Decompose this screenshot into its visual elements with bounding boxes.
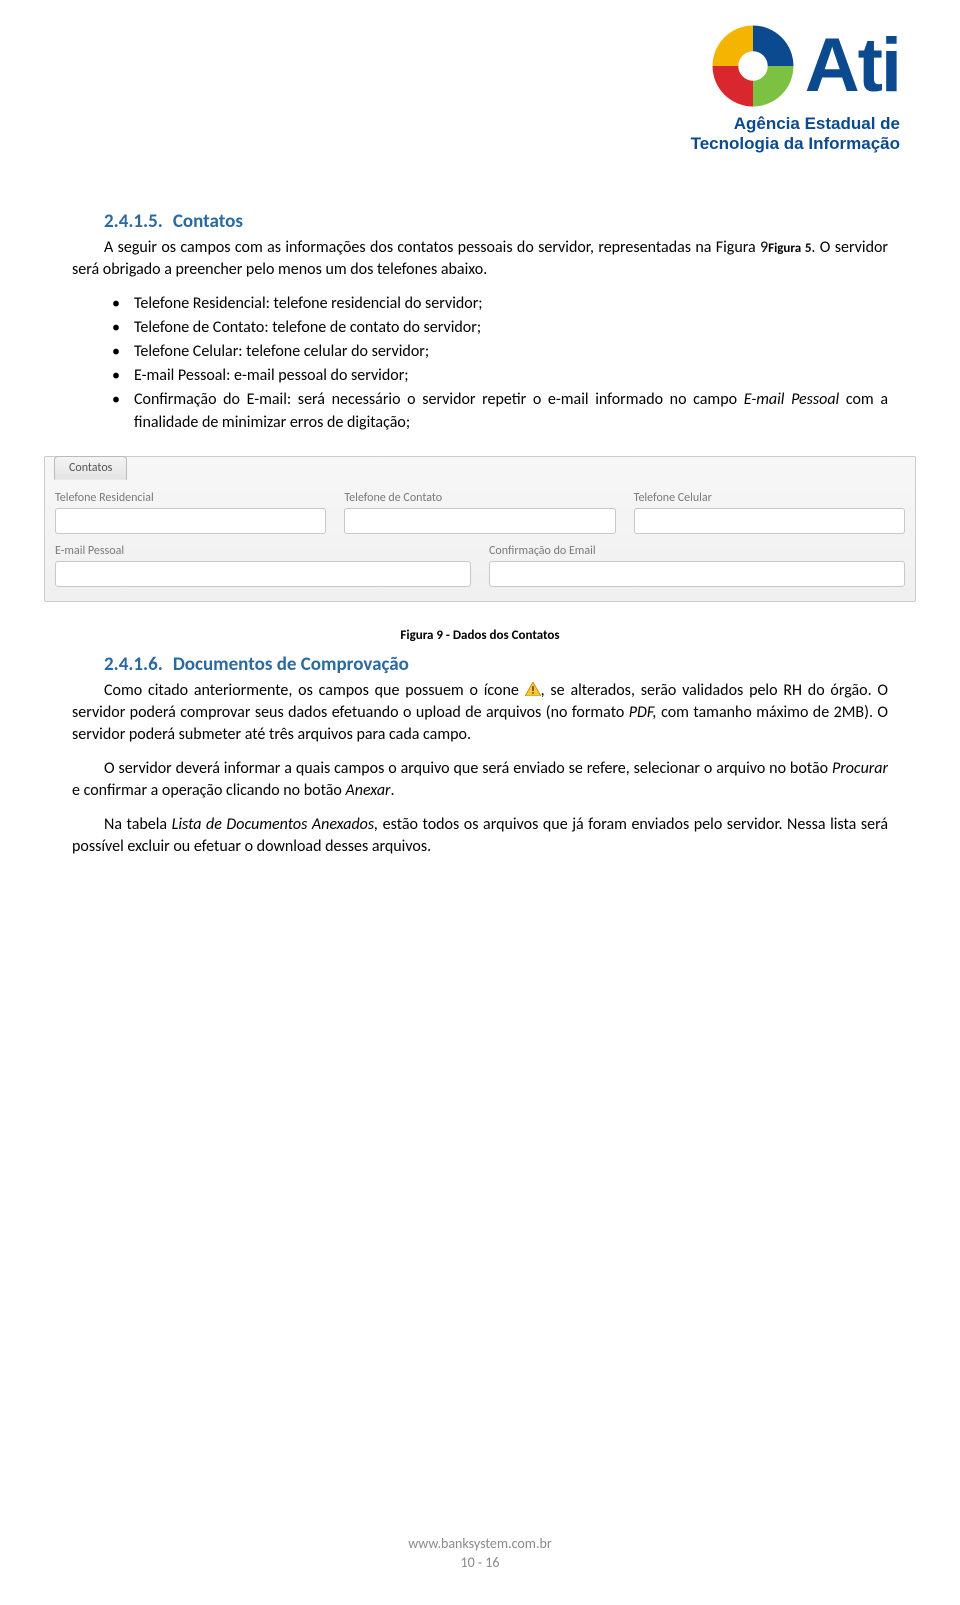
input-tel-celular[interactable] <box>634 508 905 534</box>
s2p2e: . <box>391 781 395 800</box>
label-tel-celular: Telefone Celular <box>634 491 905 505</box>
bullet-list: Telefone Residencial: telefone residenci… <box>72 293 888 433</box>
form-screenshot: Contatos Telefone Residencial Telefone d… <box>44 456 916 602</box>
input-tel-residencial[interactable] <box>55 508 326 534</box>
label-email-confirm: Confirmação do Email <box>489 544 905 558</box>
bullet-item: Confirmação do E-mail: será necessário o… <box>72 389 888 433</box>
footer-url: www.banksystem.com.br <box>0 1535 960 1552</box>
input-email-pessoal[interactable] <box>55 561 471 587</box>
bullet-item: Telefone Celular: telefone celular do se… <box>72 341 888 363</box>
footer-page-number: 10 - 16 <box>0 1554 960 1571</box>
page-footer: www.banksystem.com.br 10 - 16 <box>0 1535 960 1571</box>
s2p3b: Lista de Documentos Anexados, <box>172 815 378 834</box>
section-number: 2.4.1.5. <box>104 210 163 233</box>
input-email-confirm[interactable] <box>489 561 905 587</box>
logo-sub-line1: Agência Estadual de <box>734 114 900 133</box>
header-logo: Ati Agência Estadual de Tecnologia da In… <box>560 20 900 153</box>
b5b: E-mail Pessoal <box>744 390 840 409</box>
s2p1c: PDF, <box>629 703 657 722</box>
section2-paragraph3: Na tabela Lista de Documentos Anexados, … <box>72 814 888 858</box>
p1a: A seguir os campos com as informações do… <box>104 238 768 257</box>
label-email-pessoal: E-mail Pessoal <box>55 544 471 558</box>
label-tel-residencial: Telefone Residencial <box>55 491 326 505</box>
section2-number: 2.4.1.6. <box>104 653 163 676</box>
ati-logo-icon <box>707 20 799 112</box>
section2-paragraph1: Como citado anteriormente, os campos que… <box>72 680 888 746</box>
tab-contatos[interactable]: Contatos <box>54 456 127 480</box>
s2p2c: e confirmar a operação clicando no botão <box>72 781 345 800</box>
input-tel-contato[interactable] <box>344 508 615 534</box>
warning-icon <box>525 682 541 696</box>
logo-title: Ati <box>805 32 900 100</box>
bullet-item: E-mail Pessoal: e-mail pessoal do servid… <box>72 365 888 387</box>
s2p2b: Procurar <box>832 759 888 778</box>
section-documentos-heading: 2.4.1.6. Documentos de Comprovação <box>104 653 888 676</box>
b5a: Confirmação do E-mail: será necessário o… <box>134 390 744 409</box>
s2p3a: Na tabela <box>104 815 172 834</box>
s2p1a: Como citado anteriormente, os campos que… <box>104 681 525 700</box>
s2p2a: O servidor deverá informar a quais campo… <box>104 759 832 778</box>
figure-caption: Figura 9 - Dados dos Contatos <box>72 628 888 643</box>
section1-paragraph1: A seguir os campos com as informações do… <box>72 237 888 281</box>
bullet-item: Telefone Residencial: telefone residenci… <box>72 293 888 315</box>
section-title: Contatos <box>173 210 243 233</box>
section2-paragraph2: O servidor deverá informar a quais campo… <box>72 758 888 802</box>
s2p2d: Anexar <box>345 781 390 800</box>
label-tel-contato: Telefone de Contato <box>344 491 615 505</box>
section2-title: Documentos de Comprovação <box>173 653 409 676</box>
section-contatos-heading: 2.4.1.5. Contatos <box>104 210 888 233</box>
figure-ref: Figura 5 <box>768 241 811 256</box>
logo-sub-line2: Tecnologia da Informação <box>691 134 900 153</box>
logo-subtitle: Agência Estadual de Tecnologia da Inform… <box>560 114 900 153</box>
bullet-item: Telefone de Contato: telefone de contato… <box>72 317 888 339</box>
